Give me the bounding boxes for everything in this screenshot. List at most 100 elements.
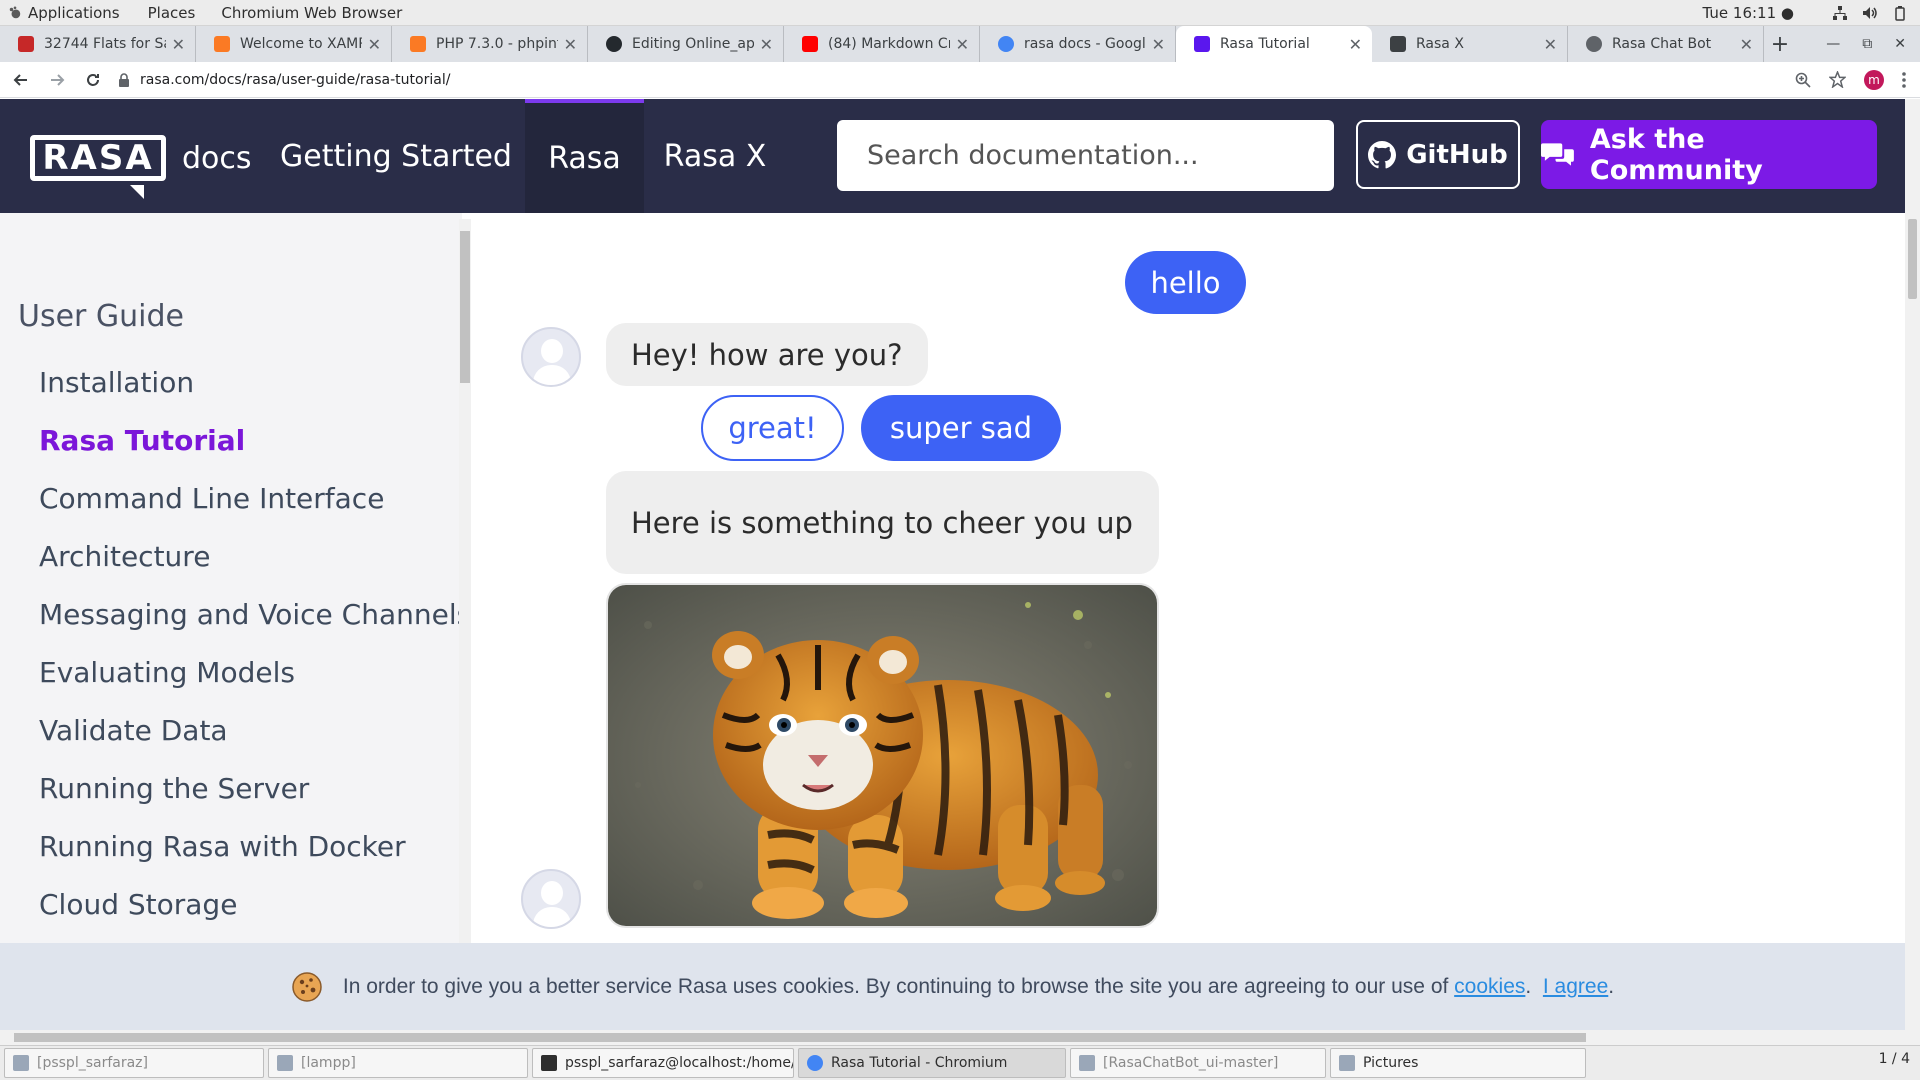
arrow-left-icon bbox=[13, 73, 27, 86]
sidebar-nav-list: Installation Rasa Tutorial Command Line In… bbox=[39, 353, 471, 933]
tab-close-icon[interactable]: ✕ bbox=[1740, 35, 1753, 54]
browser-tab[interactable]: Rasa Chat Bot ✕ bbox=[1568, 26, 1764, 62]
tab-close-icon[interactable]: ✕ bbox=[172, 35, 185, 54]
reload-button[interactable] bbox=[78, 65, 108, 95]
taskbar-window-label: [RasaChatBot_ui-master] bbox=[1103, 1055, 1279, 1071]
close-window-button[interactable]: ✕ bbox=[1894, 36, 1906, 52]
active-app-menu[interactable]: Chromium Web Browser bbox=[221, 4, 402, 22]
globe-icon bbox=[1586, 36, 1602, 52]
address-bar[interactable]: rasa.com/docs/rasa/user-guide/rasa-tutor… bbox=[118, 66, 1795, 94]
cookies-link[interactable]: cookies bbox=[1454, 975, 1525, 999]
workspace-pager[interactable]: 1 / 4 bbox=[1879, 1051, 1910, 1067]
tab-close-icon[interactable]: ✕ bbox=[1152, 35, 1165, 54]
taskbar-window-button[interactable]: psspl_sarfaraz@localhost:/home/ps... bbox=[532, 1048, 794, 1078]
browser-tab[interactable]: 32744 Flats for Sal ✕ bbox=[0, 26, 196, 62]
ask-community-button[interactable]: Ask the Community bbox=[1541, 120, 1877, 189]
browser-toolbar: rasa.com/docs/rasa/user-guide/rasa-tutor… bbox=[0, 62, 1920, 98]
chat-demo: hello Hey! how are you? great! super sad… bbox=[472, 213, 1905, 943]
nav-rasa-x[interactable]: Rasa X bbox=[650, 99, 780, 213]
search-input[interactable]: Search documentation... bbox=[837, 120, 1334, 191]
user-message-bubble: hello bbox=[1125, 251, 1246, 314]
horizontal-scroll-thumb[interactable] bbox=[14, 1033, 1586, 1042]
bot-avatar bbox=[521, 327, 581, 387]
tab-close-icon[interactable]: ✕ bbox=[368, 35, 381, 54]
browser-tab[interactable]: (84) Markdown Cra ✕ bbox=[784, 26, 980, 62]
sidebar-item[interactable]: Running the Server bbox=[39, 759, 471, 817]
browser-tab[interactable]: Rasa Tutorial ✕ bbox=[1176, 26, 1372, 62]
tab-title: 32744 Flats for Sal bbox=[44, 36, 166, 52]
sidebar-item[interactable]: Architecture bbox=[39, 527, 471, 585]
tab-close-icon[interactable]: ✕ bbox=[1349, 35, 1362, 54]
quick-reply-super-sad[interactable]: super sad bbox=[861, 395, 1061, 461]
tab-title: PHP 7.3.0 - phpinfo bbox=[436, 36, 558, 52]
new-tab-button[interactable]: + bbox=[1764, 26, 1796, 62]
tab-close-icon[interactable]: ✕ bbox=[1544, 35, 1557, 54]
taskbar-window-button[interactable]: [psspl_sarfaraz] bbox=[4, 1048, 264, 1078]
nav-rasa[interactable]: Rasa bbox=[525, 99, 644, 213]
github-button[interactable]: GitHub bbox=[1356, 120, 1520, 189]
sidebar-scrollbar[interactable] bbox=[459, 219, 471, 943]
tab-close-icon[interactable]: ✕ bbox=[760, 35, 773, 54]
page-scroll-thumb[interactable] bbox=[1908, 219, 1917, 299]
bot-greeting-bubble: Hey! how are you? bbox=[606, 323, 928, 386]
nav-getting-started[interactable]: Getting Started bbox=[280, 99, 512, 213]
folder-icon bbox=[1339, 1055, 1355, 1071]
restore-button[interactable]: ⧉ bbox=[1862, 36, 1872, 52]
sidebar-item[interactable]: Installation bbox=[39, 353, 471, 411]
taskbar-window-button[interactable]: [RasaChatBot_ui-master] bbox=[1070, 1048, 1326, 1078]
browser-tab[interactable]: Rasa X ✕ bbox=[1372, 26, 1568, 62]
taskbar-window-label: [psspl_sarfaraz] bbox=[37, 1055, 148, 1071]
sidebar-item[interactable]: Rasa Tutorial bbox=[39, 411, 471, 469]
sidebar-item[interactable]: Messaging and Voice Channels bbox=[39, 585, 471, 643]
folder-icon bbox=[277, 1055, 293, 1071]
browser-tab[interactable]: Welcome to XAMPP ✕ bbox=[196, 26, 392, 62]
page-scrollbar[interactable] bbox=[1905, 99, 1920, 1030]
rasa-logo[interactable]: RASA docs bbox=[30, 135, 252, 199]
network-icon[interactable] bbox=[1832, 5, 1848, 21]
zoom-icon[interactable] bbox=[1795, 72, 1811, 88]
profile-avatar[interactable]: m bbox=[1864, 69, 1884, 90]
bookmark-star-icon[interactable] bbox=[1829, 71, 1846, 88]
tiger-cub-illustration bbox=[608, 585, 1157, 926]
taskbar-window-button[interactable]: Rasa Tutorial - Chromium bbox=[798, 1048, 1066, 1078]
quick-reply-great[interactable]: great! bbox=[701, 395, 844, 461]
power-icon[interactable] bbox=[1892, 5, 1908, 21]
applications-menu[interactable]: Applications bbox=[8, 4, 120, 22]
sidebar-scroll-thumb[interactable] bbox=[460, 231, 470, 383]
sidebar-item[interactable]: Command Line Interface bbox=[39, 469, 471, 527]
menu-dots-icon[interactable] bbox=[1902, 71, 1906, 88]
browser-tab[interactable]: rasa docs - Google ✕ bbox=[980, 26, 1176, 62]
horizontal-scrollbar[interactable] bbox=[0, 1030, 1920, 1045]
google-icon bbox=[998, 36, 1014, 52]
taskbar-window-label: [lampp] bbox=[301, 1055, 356, 1071]
forward-button[interactable] bbox=[42, 65, 72, 95]
browser-tab[interactable]: PHP 7.3.0 - phpinfo ✕ bbox=[392, 26, 588, 62]
minimize-button[interactable]: — bbox=[1826, 36, 1840, 52]
places-menu[interactable]: Places bbox=[148, 4, 196, 22]
logo-speech-tail bbox=[130, 185, 144, 199]
tab-close-icon[interactable]: ✕ bbox=[564, 35, 577, 54]
bot-cheer-text: Here is something to cheer you up bbox=[631, 505, 1133, 540]
tab-close-icon[interactable]: ✕ bbox=[956, 35, 969, 54]
taskbar-window-button[interactable]: Pictures bbox=[1330, 1048, 1586, 1078]
bot-greeting-text: Hey! how are you? bbox=[631, 337, 903, 372]
rasa-x-icon bbox=[1390, 36, 1406, 52]
sidebar-item[interactable]: Cloud Storage bbox=[39, 875, 471, 933]
clock[interactable]: Tue 16:11 ● bbox=[1703, 4, 1794, 22]
tab-title: Rasa Tutorial bbox=[1220, 36, 1310, 52]
docs-label: docs bbox=[182, 140, 252, 176]
taskbar-window-label: Rasa Tutorial - Chromium bbox=[831, 1055, 1008, 1071]
back-button[interactable] bbox=[6, 65, 36, 95]
gnome-top-bar: Applications Places Chromium Web Browser… bbox=[0, 0, 1920, 26]
browser-tab[interactable]: Editing Online_appo ✕ bbox=[588, 26, 784, 62]
sidebar-item[interactable]: Evaluating Models bbox=[39, 643, 471, 701]
sidebar-item[interactable]: Running Rasa with Docker bbox=[39, 817, 471, 875]
agree-link[interactable]: I agree bbox=[1543, 975, 1608, 999]
volume-icon[interactable] bbox=[1862, 5, 1878, 21]
tab-title: Welcome to XAMPP bbox=[240, 36, 362, 52]
taskbar-window-button[interactable]: [lampp] bbox=[268, 1048, 528, 1078]
tab-title: Rasa Chat Bot bbox=[1612, 36, 1712, 52]
tab-title: rasa docs - Google bbox=[1024, 36, 1146, 52]
github-label: GitHub bbox=[1406, 139, 1508, 170]
sidebar-item[interactable]: Validate Data bbox=[39, 701, 471, 759]
